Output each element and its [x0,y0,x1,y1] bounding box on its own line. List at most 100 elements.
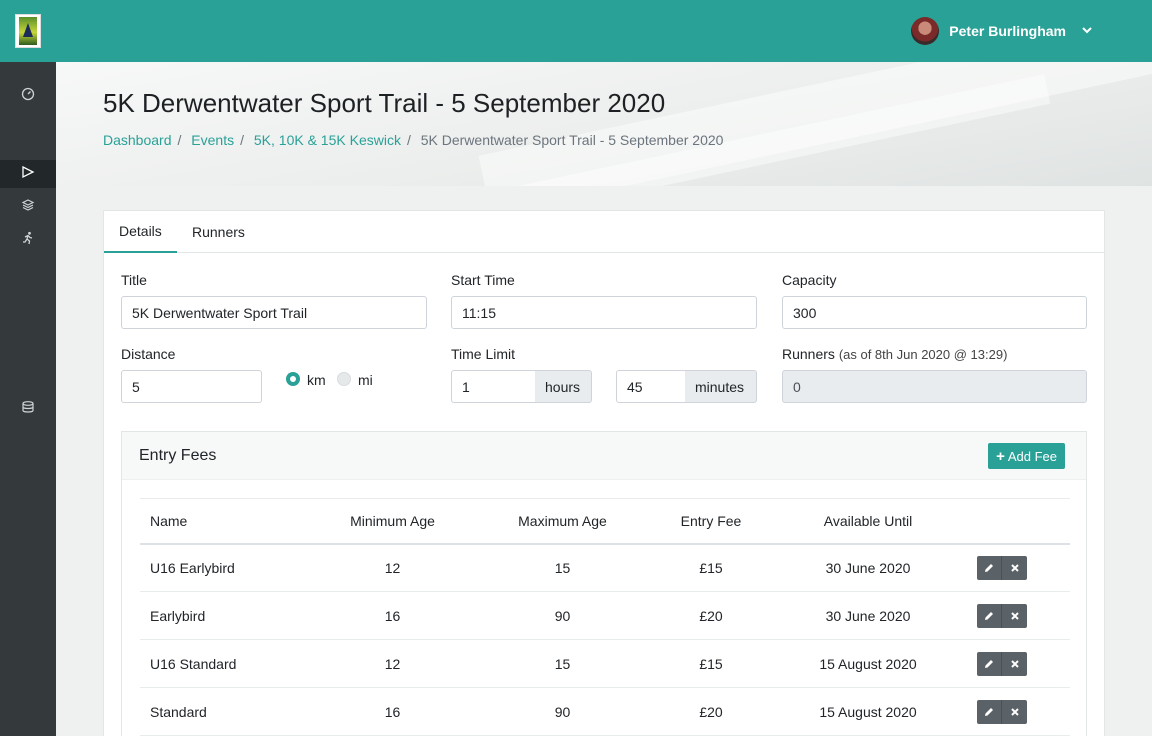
breadcrumb-event-series[interactable]: 5K, 10K & 15K Keswick [254,132,401,148]
time-limit-label: Time Limit [451,346,516,362]
pencil-icon [985,707,993,716]
edit-button[interactable] [977,699,1002,724]
fee-max-age: 15 [505,639,620,688]
close-icon [1010,611,1019,620]
fee-available-until: 30 June 2020 [802,543,934,592]
avatar [911,17,940,45]
fee-amount: £15 [620,639,802,688]
close-icon [1010,659,1019,668]
edit-button[interactable] [977,651,1002,676]
sidebar-item-runners[interactable] [0,226,56,254]
title-input[interactable]: 5K Derwentwater Sport Trail [121,296,427,329]
sidebar [0,62,56,736]
unit-mi-label: mi [358,372,373,388]
unit-mi-radio[interactable] [337,372,351,386]
capacity-input[interactable]: 300 [782,296,1087,329]
sidebar-item-layers[interactable] [0,193,56,221]
pencil-icon [985,659,993,668]
fee-available-until: 15 August 2020 [802,687,934,736]
runners-count-field: 0 [782,370,1087,403]
hours-input[interactable]: 1 [451,370,536,403]
fee-name: Earlybird [140,591,280,640]
fee-min-age: 12 [280,543,505,592]
col-min-age: Minimum Age [280,498,505,545]
entry-fees-header: Entry Fees + Add Fee [122,432,1086,480]
fee-min-age: 16 [280,687,505,736]
runner-icon [21,231,35,250]
fee-max-age: 90 [505,687,620,736]
tab-details[interactable]: Details [104,211,177,253]
pencil-icon [985,611,993,620]
row-actions [934,543,1070,592]
delete-button[interactable] [1002,555,1027,580]
table-row: U16 Standard 12 15 £15 15 August 2020 [140,639,1070,688]
fee-name: U16 Standard [140,639,280,688]
unit-km-radio[interactable] [286,372,300,386]
fee-min-age: 12 [280,639,505,688]
tab-runners[interactable]: Runners [177,211,260,253]
sidebar-item-events[interactable] [0,160,56,188]
start-time-label: Start Time [451,272,515,288]
col-actions [934,498,1070,545]
entry-fees-panel: Entry Fees + Add Fee Name Minimum Age Ma… [121,431,1087,736]
fee-available-until: 15 August 2020 [802,639,934,688]
tab-bar: Details Runners [104,211,1104,253]
table-row: Standard 16 90 £20 15 August 2020 [140,687,1070,736]
fee-max-age: 15 [505,543,620,592]
row-actions [934,591,1070,640]
page-title: 5K Derwentwater Sport Trail - 5 Septembe… [103,88,666,118]
minutes-input[interactable]: 45 [616,370,686,403]
runners-label: Runners (as of 8th Jun 2020 @ 13:29) [782,346,1007,362]
breadcrumb: Dashboard / Events/ 5K, 10K & 15K Keswick… [103,132,724,148]
sidebar-item-data[interactable] [0,395,56,423]
row-actions [934,687,1070,736]
minutes-addon: minutes [685,370,757,403]
runners-label-text: Runners [782,346,835,362]
capacity-label: Capacity [782,272,837,288]
fee-min-age: 16 [280,591,505,640]
dashboard-icon [21,87,35,106]
edit-button[interactable] [977,555,1002,580]
edit-button[interactable] [977,603,1002,628]
chevron-down-icon [1082,24,1092,38]
top-bar: Peter Burlingham [0,0,1152,62]
delete-button[interactable] [1002,603,1027,628]
database-icon [21,400,35,419]
col-name: Name [140,498,280,545]
row-actions [934,639,1070,688]
flag-icon [21,165,35,184]
user-name: Peter Burlingham [949,23,1066,39]
table-header-row: Name Minimum Age Maximum Age Entry Fee A… [140,498,1070,545]
hours-addon: hours [535,370,592,403]
close-icon [1010,707,1019,716]
col-max-age: Maximum Age [505,498,620,545]
fee-amount: £20 [620,687,802,736]
user-menu[interactable]: Peter Burlingham [911,17,1092,45]
distance-label: Distance [121,346,176,362]
plus-icon: + [996,447,1005,465]
breadcrumb-events[interactable]: Events [191,132,234,148]
fee-amount: £20 [620,591,802,640]
title-label: Title [121,272,147,288]
fee-name: U16 Earlybird [140,543,280,592]
delete-button[interactable] [1002,699,1027,724]
unit-km-label: km [307,372,326,388]
sidebar-item-dashboard[interactable] [0,82,56,110]
breadcrumb-dashboard[interactable]: Dashboard [103,132,172,148]
fee-available-until: 30 June 2020 [802,591,934,640]
fee-max-age: 90 [505,591,620,640]
delete-button[interactable] [1002,651,1027,676]
start-time-input[interactable]: 11:15 [451,296,757,329]
col-available-until: Available Until [802,498,934,545]
logo [15,14,41,48]
table-row: U16 Earlybird 12 15 £15 30 June 2020 [140,543,1070,592]
table-row: Earlybird 16 90 £20 30 June 2020 [140,591,1070,640]
entry-fees-table: Name Minimum Age Maximum Age Entry Fee A… [140,498,1070,736]
logo-link[interactable] [0,0,56,62]
fee-amount: £15 [620,543,802,592]
layers-icon [21,198,35,217]
add-fee-button[interactable]: + Add Fee [988,443,1065,469]
distance-input[interactable]: 5 [121,370,262,403]
runners-as-of-note: (as of 8th Jun 2020 @ 13:29) [838,347,1008,362]
col-entry-fee: Entry Fee [620,498,802,545]
